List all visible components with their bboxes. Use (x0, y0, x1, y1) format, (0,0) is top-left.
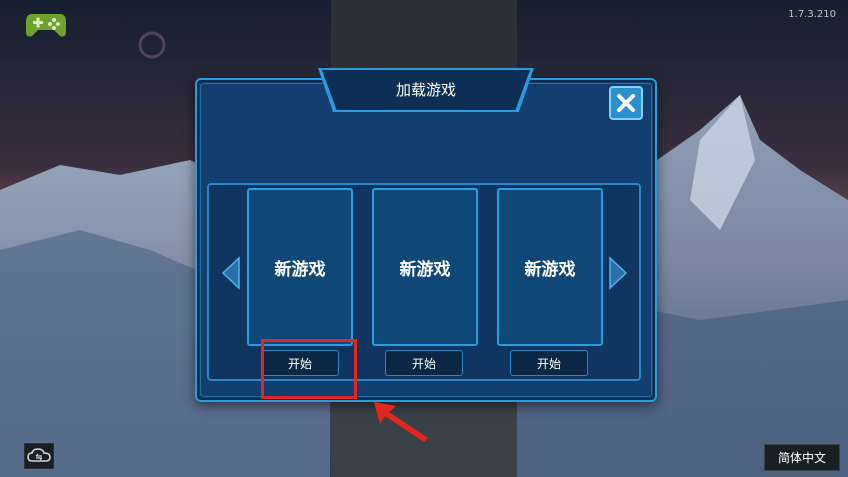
save-slot-label: 新游戏 (399, 259, 451, 280)
cloud-sync-icon[interactable] (24, 443, 54, 469)
red-arrow-icon (374, 402, 428, 442)
language-label: 简体中文 (777, 451, 826, 465)
save-slot-label: 新游戏 (274, 259, 326, 280)
arrow-left-icon[interactable] (219, 256, 241, 290)
start-button-slot-2[interactable]: 开始 (385, 350, 463, 376)
start-button-label: 开始 (536, 356, 561, 371)
close-icon (617, 94, 635, 112)
save-slot-3[interactable]: 新游戏 (497, 188, 603, 346)
language-button[interactable]: 简体中文 (764, 444, 840, 471)
close-button[interactable] (609, 86, 643, 120)
start-button-label: 开始 (287, 356, 312, 371)
save-slot-label: 新游戏 (524, 259, 576, 280)
save-slot-1[interactable]: 新游戏 (247, 188, 353, 346)
start-button-slot-1[interactable]: 开始 (261, 350, 339, 376)
dialog-title: 加载游戏 (395, 81, 456, 99)
arrow-right-icon[interactable] (608, 256, 630, 290)
version-label: 1.7.3.210 (788, 9, 836, 20)
gamepad-icon[interactable] (24, 8, 68, 40)
start-button-label: 开始 (411, 356, 436, 371)
save-slot-2[interactable]: 新游戏 (372, 188, 478, 346)
start-button-slot-3[interactable]: 开始 (510, 350, 588, 376)
